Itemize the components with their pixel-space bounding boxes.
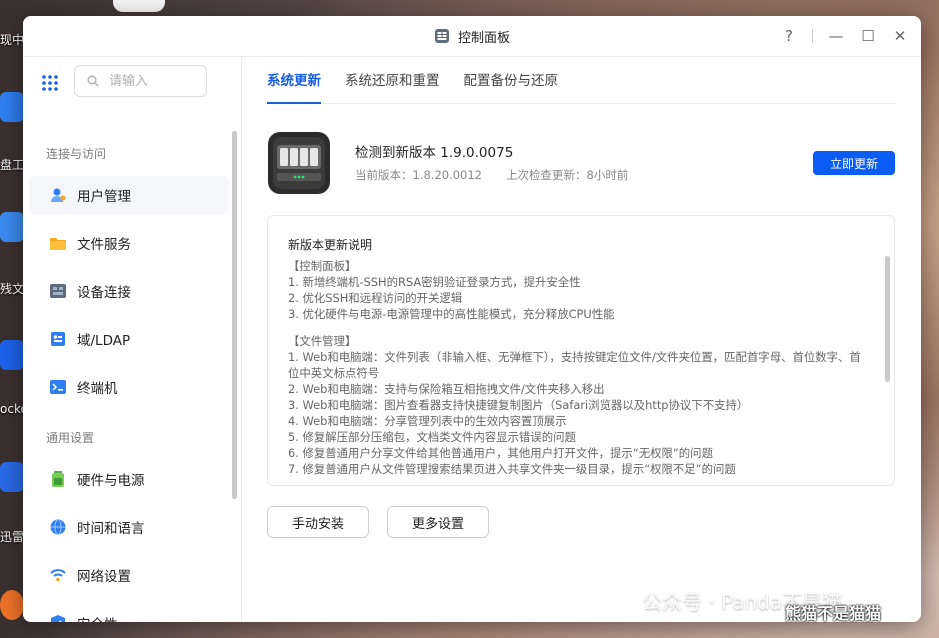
desktop-label-3[interactable]: 残文 [0, 280, 24, 297]
window-title: 控制面板 [457, 30, 510, 46]
firefox-icon[interactable] [0, 590, 24, 620]
battery-icon [49, 470, 67, 488]
update-now-button[interactable]: 立即更新 [813, 151, 895, 175]
notes-line: 【控制面板】 [288, 259, 357, 273]
notes-line: 4. Web和电脑端：分享管理列表中的生效内容置顶展示 [288, 414, 567, 428]
sidebar-item-label: 硬件与电源 [77, 473, 145, 489]
notes-line: 7. 修复普通用户从文件管理搜索结果页进入共享文件夹一级目录，提示“权限不足”的… [288, 462, 736, 476]
release-notes-body: 【控制面板】 1. 新增终端机-SSH的RSA密钥验证登录方式，提升安全性 2. 优… [288, 258, 868, 477]
watermark-overlay: 熊猫不是猫猫 [785, 604, 882, 623]
notes-line: 1. 新增终端机-SSH的RSA密钥验证登录方式，提升安全性 [288, 275, 581, 289]
desktop-label-2[interactable]: 盘工 [0, 156, 24, 173]
action-buttons: 手动安装 更多设置 [267, 506, 490, 538]
current-version: 当前版本：1.8.20.0012 [355, 168, 482, 182]
notes-line: 1. Web和电脑端：文件列表（非输入框、无弹框下），支持按键定位文件/文件夹位… [288, 350, 861, 380]
user-icon [49, 186, 67, 204]
notes-scrollbar[interactable] [885, 256, 890, 382]
search-box[interactable] [74, 65, 207, 97]
desktop-label-1[interactable]: 现中 [0, 31, 24, 48]
sidebar-item-label: 域/LDAP [77, 333, 131, 349]
update-card: 检测到新版本 1.9.0.0075 当前版本：1.8.20.0012 上次检查更… [267, 132, 895, 194]
sidebar-scrollbar[interactable] [232, 131, 237, 499]
domain-icon [49, 330, 67, 348]
sidebar-item-label: 设备连接 [77, 285, 131, 301]
sidebar-item-label: 文件服务 [77, 237, 131, 253]
minimize-icon[interactable]: — [827, 27, 845, 45]
group-title-connection: 连接与访问 [46, 147, 107, 161]
sidebar-item-user-management[interactable]: 用户管理 [29, 176, 229, 214]
maximize-icon[interactable]: ☐ [859, 27, 877, 45]
close-icon[interactable]: ✕ [891, 27, 909, 45]
sidebar-item-security[interactable]: 安全性 [29, 604, 229, 622]
top-app-icon[interactable] [113, 0, 165, 12]
sidebar-item-file-service[interactable]: 文件服务 [29, 224, 229, 262]
release-notes-title: 新版本更新说明 [288, 238, 373, 252]
new-version-title: 检测到新版本 1.9.0.0075 [355, 145, 514, 161]
tab-system-restore[interactable]: 系统还原和重置 [345, 71, 440, 103]
sidebar-item-label: 用户管理 [77, 189, 131, 205]
notes-line: 6. 修复普通用户分享文件给其他普通用户，其他用户打开文件，提示“无权限”的问题 [288, 446, 713, 460]
sidebar-item-network[interactable]: 网络设置 [29, 556, 229, 594]
device-icon [49, 282, 67, 300]
sidebar: 连接与访问 用户管理 文件服务 设备连接 域/LDAP [23, 57, 242, 622]
nas-device-icon [268, 132, 330, 194]
desktop-label-5[interactable]: 迅雷 [0, 528, 24, 545]
more-settings-button[interactable]: 更多设置 [387, 506, 490, 538]
manual-install-button[interactable]: 手动安装 [267, 506, 370, 538]
sidebar-item-label: 时间和语言 [77, 521, 145, 537]
notes-line: 5. 修复解压部分压缩包，文档类文件内容显示错误的问题 [288, 430, 576, 444]
control-divider [812, 29, 813, 43]
notes-line: 【文件管理】 [288, 334, 357, 348]
cloud-app-icon[interactable] [0, 92, 24, 122]
search-input[interactable] [107, 72, 201, 90]
sidebar-item-label: 终端机 [77, 381, 118, 397]
network-icon [49, 566, 67, 584]
notes-line: 2. Web和电脑端：支持与保险箱互相拖拽文件/文件夹移入移出 [288, 382, 605, 396]
sidebar-item-time-language[interactable]: 时间和语言 [29, 508, 229, 546]
app-grid-icon[interactable] [41, 74, 59, 92]
wechat-icon [601, 590, 633, 611]
folder-icon [49, 234, 67, 252]
help-icon[interactable]: ? [780, 27, 798, 45]
globe-icon [49, 518, 67, 536]
cloud-drive-icon[interactable] [0, 212, 24, 242]
docker-icon[interactable] [0, 340, 24, 370]
notes-spacer [288, 322, 868, 333]
sidebar-item-terminal[interactable]: 终端机 [29, 368, 229, 406]
tab-bar: 系统更新 系统还原和重置 配置备份与还原 [267, 71, 895, 104]
sidebar-item-device-connection[interactable]: 设备连接 [29, 272, 229, 310]
control-panel-window: 控制面板 ? — ☐ ✕ 连接与访问 [23, 16, 921, 622]
notes-line: 3. 优化硬件与电源-电源管理中的高性能模式，充分释放CPU性能 [288, 307, 615, 321]
group-title-general: 通用设置 [46, 431, 95, 445]
sidebar-item-label: 安全性 [77, 613, 118, 622]
title-bar: 控制面板 ? — ☐ ✕ [23, 16, 921, 57]
shield-icon [49, 614, 67, 622]
last-check-time: 上次检查更新：8小时前 [506, 168, 629, 182]
sidebar-item-ldap[interactable]: 域/LDAP [29, 320, 229, 358]
release-notes-panel: 新版本更新说明 【控制面板】 1. 新增终端机-SSH的RSA密钥验证登录方式，提… [267, 215, 895, 486]
tab-system-update[interactable]: 系统更新 [267, 71, 321, 104]
terminal-icon [49, 378, 67, 396]
control-panel-icon [434, 29, 449, 43]
search-icon [87, 75, 99, 87]
main-content: 系统更新 系统还原和重置 配置备份与还原 检测到新版本 1.9.0.0075 当… [242, 57, 921, 622]
sidebar-item-label: 网络设置 [77, 569, 131, 585]
notes-line: 2. 优化SSH和远程访问的开关逻辑 [288, 291, 463, 305]
thunder-icon[interactable] [0, 462, 24, 492]
notes-line: 3. Web和电脑端：图片查看器支持快捷键复制图片（Safari浏览器以及htt… [288, 398, 749, 412]
tab-config-backup[interactable]: 配置备份与还原 [464, 71, 559, 103]
version-info: 当前版本：1.8.20.0012 上次检查更新：8小时前 [355, 167, 628, 183]
sidebar-item-hardware-power[interactable]: 硬件与电源 [29, 460, 229, 498]
